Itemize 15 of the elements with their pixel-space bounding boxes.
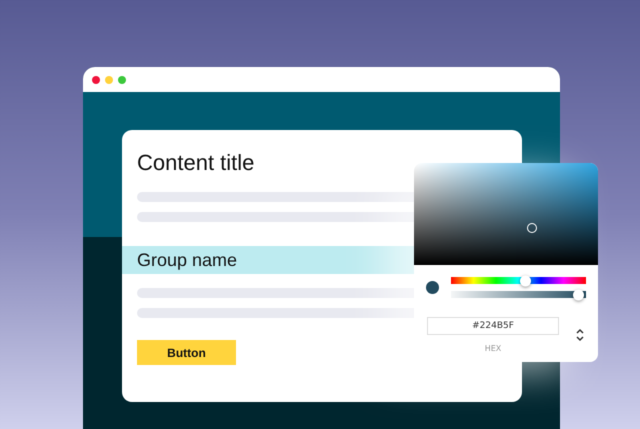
maximize-dot-icon[interactable] — [118, 76, 126, 84]
saturation-area[interactable] — [414, 163, 598, 265]
minimize-dot-icon[interactable] — [105, 76, 113, 84]
button[interactable]: Button — [137, 340, 236, 365]
up-down-chevron-icon[interactable] — [575, 327, 585, 343]
slider-thumb[interactable] — [520, 275, 532, 286]
hex-input-field[interactable]: #224B5F — [427, 317, 559, 335]
opacity-slider[interactable] — [451, 291, 586, 298]
close-dot-icon[interactable] — [92, 76, 100, 84]
hue-slider[interactable] — [451, 277, 586, 284]
color-handle-icon[interactable] — [527, 223, 537, 233]
content-title: Content title — [137, 150, 256, 177]
format-label: HEX — [484, 344, 502, 353]
group-name: Group name — [137, 250, 238, 270]
slider-thumb[interactable] — [572, 289, 584, 300]
